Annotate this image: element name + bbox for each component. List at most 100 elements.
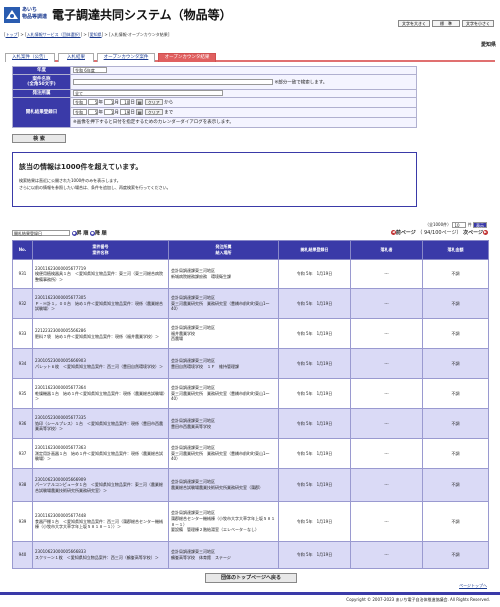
from-era-select[interactable]: 令和	[73, 99, 87, 106]
from-word: から	[164, 100, 174, 106]
calendar-note: ※画像を押下すると日付を指定するためのカレンダーダイアログを表示します。	[70, 117, 417, 129]
to-era-select[interactable]: 令和	[73, 109, 87, 116]
case-name-link[interactable]: 食器戸棚１台 ＜愛知県知立物品案件：西三河（蒲郡総合センター機械棟（小牧市大字大…	[35, 519, 166, 530]
to-month-input[interactable]: 1	[104, 109, 115, 116]
row-no: 940	[12, 541, 33, 569]
date-to-row: 令和 5年 1月 19日 ▦ クリア まで	[70, 107, 417, 119]
search-button[interactable]: 検 索	[12, 134, 66, 143]
per-page-unit: 件	[467, 222, 472, 227]
to-year-input[interactable]: 5	[88, 109, 99, 116]
prev-page-link[interactable]: 前ページ	[396, 230, 416, 236]
date-cell: 令和 5年 1月19日	[278, 501, 351, 542]
breadcrumb-top[interactable]: トップ	[6, 32, 18, 37]
brand-line-1: あいち	[22, 7, 38, 13]
row-no: 932	[12, 288, 33, 319]
case-name-link[interactable]: 乾燥機器１台 始め１件＜愛知県知立物品案件：現係（農業総合試験場）＞	[35, 391, 166, 402]
issuer-cell: 会計局調達課東三河地区 豊田市西農業高等学校	[168, 408, 279, 439]
next-arrow-icon[interactable]: ▶	[483, 230, 488, 235]
table-row: 939 23011623000005677448 食器戸棚１台 ＜愛知県知立物品案件…	[12, 501, 489, 542]
winner-cell: ---	[350, 438, 423, 469]
font-small-button[interactable]: 文字を小さく	[462, 20, 494, 27]
sort-pager-bar: 開札結果登録日 ●昇 順 ●降 順 ◀前ページ （ 94/100ページ） 次ペー…	[12, 230, 488, 240]
row-no: 935	[12, 378, 33, 409]
breadcrumb-aichi[interactable]: 愛知県	[90, 32, 102, 37]
result-count: （全1000件）	[424, 222, 452, 227]
case-name-link[interactable]: パレット６枚 ＜愛知県知立物品案件：西三河（豊田自然環境学校）＞	[35, 364, 166, 370]
issuer-cell: 会計局調達課東三河地区 豊田自然環境学校 １Ｆ 維持管理課	[168, 348, 279, 379]
date-cell: 令和 5年 1月19日	[278, 378, 351, 409]
amount-cell: 不調	[422, 348, 489, 379]
from-day-input[interactable]: 10	[120, 99, 131, 106]
case-name-link[interactable]: Ｐ・Ｈ計１，００台 始め１件＜愛知県知立物品案件：現係（農業総合試験場）＞	[35, 301, 166, 312]
case-cell: 22122323000005566286 肥料７袋 始め１件＜愛知県知立物品案件：…	[32, 318, 169, 349]
tab-open-counter-result[interactable]: オープンカウンタ結果	[158, 53, 216, 62]
table-row: 935 23011623000005677364 乾燥機器１台 始め１件＜愛知県知立…	[12, 378, 489, 409]
case-cell: 23011623000005677363 測定用計画器１台 始め１件＜愛知県知立物…	[32, 438, 169, 469]
to-day-input[interactable]: 19	[120, 109, 131, 116]
font-normal-button[interactable]: 標 準	[432, 20, 460, 27]
to-year-unit: 年	[98, 110, 103, 116]
header-no: No.	[12, 240, 33, 260]
tab-bid-result[interactable]: 入札結果	[58, 53, 94, 62]
issuer-cell: 会計局調達課東三河地区 東三河農業研究所 業務研究室（豊橋市前町町東山1～40）	[168, 288, 279, 319]
date-cell: 令和 5年 1月19日	[278, 259, 351, 289]
search-form: 年度 令和 6年度 案件名称 (全角50文字) ※部分一致で検索します。 発注所属…	[12, 65, 417, 129]
date-cell: 令和 5年 1月19日	[278, 288, 351, 319]
row-no: 937	[12, 438, 33, 469]
footer-copyright: Copyright © 2007-2023 あいち電子自治体推進協議会. All…	[0, 592, 500, 607]
amount-cell: 不調	[422, 259, 489, 289]
date-cell: 令和 5年 1月19日	[278, 318, 351, 349]
date-cell: 令和 5年 1月19日	[278, 348, 351, 379]
winner-cell: ---	[350, 288, 423, 319]
table-row: 934 23010523000005666903 パレット６枚 ＜愛知県知立物品案件…	[12, 348, 489, 379]
brand-text: あいち 物品等調達	[22, 7, 47, 21]
issuer-select[interactable]: 全て	[73, 90, 223, 97]
case-name-link[interactable]: 測定用計画器１台 始め１件＜愛知県知立物品案件：現係（農業総合試験場）＞	[35, 451, 166, 462]
case-name-link[interactable]: 検便用植検器具１台 ＜愛知県知立物品案件：東三河（東三河総合病院整備事務所）＞	[35, 271, 166, 282]
page-title: 電子調達共同システム（物品等）	[52, 8, 232, 22]
sort-select[interactable]: 開札結果登録日	[12, 230, 70, 236]
calendar-icon[interactable]: ▦	[136, 99, 144, 106]
page-top-link[interactable]: ページトップへ	[459, 583, 487, 588]
winner-cell: ---	[350, 378, 423, 409]
to-word: まで	[164, 110, 174, 116]
header-case: 案件番号 案件名称	[32, 240, 169, 260]
tab-bid-notice[interactable]: 入札案件（公告）	[5, 53, 55, 62]
site-header: あいち 物品等調達 電子調達共同システム（物品等） 文字を大きく 標 準 文字を…	[0, 0, 500, 30]
issuer-cell: 会計局調達課東三河地区 新城病院総務課庶務 環境衛生課	[168, 259, 279, 289]
per-page-select[interactable]: 10	[452, 222, 467, 228]
brand-line-2: 物品等調達	[22, 14, 48, 20]
case-name-input[interactable]	[73, 78, 273, 85]
case-name-link[interactable]: 肥料７袋 始め１件＜愛知県知立物品案件：現係（福井農業学校）＞	[35, 334, 166, 340]
from-year-input[interactable]: 5	[88, 99, 99, 106]
winner-cell: ---	[350, 259, 423, 289]
case-cell: 23010623000005666909 パーソナルコンピュータ１台 ＜愛知県知立…	[32, 468, 169, 502]
back-to-group-top-button[interactable]: 団体のトップページへ戻る	[205, 573, 297, 583]
show-button[interactable]: 表示	[473, 222, 487, 228]
to-day-unit: 日	[130, 110, 135, 116]
from-day-unit: 日	[130, 100, 135, 106]
to-clear-button[interactable]: クリア	[144, 109, 163, 116]
year-select[interactable]: 令和 6年度	[73, 67, 107, 73]
case-cell: 23010523000005666903 パレット６枚 ＜愛知県知立物品案件：西三…	[32, 348, 169, 379]
case-name-link[interactable]: パーソナルコンピュータ１台 ＜愛知県知立物品案件：東三河（農業総合試験場農業技術…	[35, 482, 166, 493]
breadcrumb-group-select[interactable]: 入札情報サービス（団体選択）	[27, 32, 81, 37]
table-row: 932 23011623000005677305 Ｐ・Ｈ計１，００台 始め１件＜愛知…	[12, 288, 489, 319]
font-large-button[interactable]: 文字を大きく	[398, 20, 430, 27]
header-date: 開札結果登録日	[278, 240, 351, 260]
table-row: 940 23010623000005666833 スクリーン１枚 ＜愛知県知立物品案…	[12, 541, 489, 569]
case-name-link[interactable]: 箔印（シールプレス）１台 ＜愛知県知立物品案件：現係（豊田市西農業高等学校）＞	[35, 421, 166, 432]
breadcrumb-current: 入札情報-オープンカウンタ結果	[110, 32, 168, 37]
calendar-icon[interactable]: ▦	[136, 109, 144, 116]
from-clear-button[interactable]: クリア	[144, 99, 163, 106]
results-table: No. 案件番号 案件名称 発注所属 納入場所 開札結果登録日 落札者 落札金額…	[12, 240, 489, 569]
row-no: 931	[12, 259, 33, 289]
next-page-link[interactable]: 次ページ	[463, 230, 483, 236]
from-month-input[interactable]: 1	[104, 99, 115, 106]
row-no: 939	[12, 501, 33, 542]
case-name-link[interactable]: スクリーン１枚 ＜愛知県知立物品案件：西三河（鶴峯高等学校）＞	[35, 555, 166, 561]
tab-open-counter-case[interactable]: オープンカウンタ案件	[97, 53, 155, 62]
header-amount: 落札金額	[422, 240, 489, 260]
result-count-bar: （全1000件） 10 件 表示	[425, 222, 487, 228]
case-cell: 23010523000005677335 箔印（シールプレス）１台 ＜愛知県知立物…	[32, 408, 169, 439]
